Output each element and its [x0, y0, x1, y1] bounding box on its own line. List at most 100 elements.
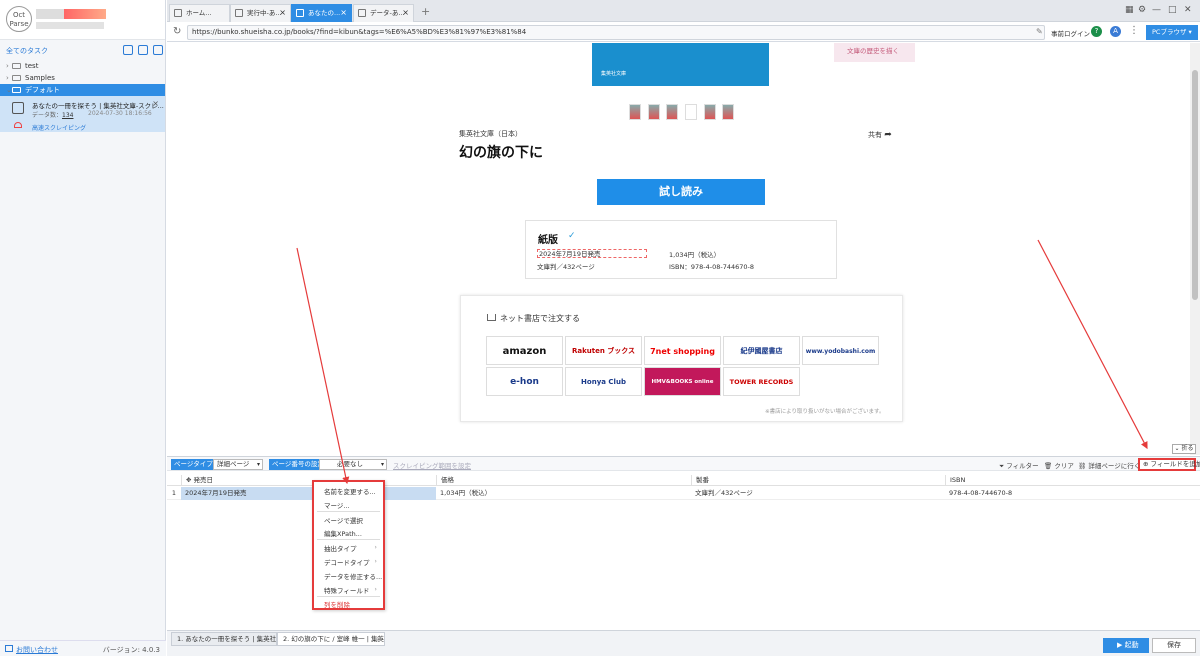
url-input[interactable]: https://bunko.shueisha.co.jp/books/?find…: [187, 25, 1045, 40]
tree-folder-label: デフォルト: [25, 86, 60, 94]
new-tab-button[interactable]: +: [421, 5, 430, 18]
share-button[interactable]: 共有 ➦: [868, 130, 892, 140]
new-task-icon[interactable]: [138, 45, 148, 55]
filter-label: フィルター: [1006, 462, 1039, 470]
chevron-down-icon: ▾: [380, 461, 384, 468]
table-cell[interactable]: 文庫判／432ページ: [691, 487, 753, 500]
release-date[interactable]: 2024年7月19日発売: [537, 249, 647, 258]
menu-decode-type[interactable]: デコードタイプ: [324, 557, 370, 567]
close-icon[interactable]: ×: [279, 5, 286, 21]
menu-separator: [317, 539, 380, 540]
menu-delete-column[interactable]: 列を削除: [324, 599, 350, 609]
table-cell[interactable]: 978-4-08-744670-8: [945, 487, 1012, 500]
trial-read-button[interactable]: 試し読み: [597, 179, 765, 205]
reload-icon[interactable]: ↻: [173, 26, 181, 37]
fold-panel-button[interactable]: ⌄ 折る: [1172, 444, 1196, 454]
table-cell[interactable]: 1,034円（税込）: [436, 487, 491, 500]
more-icon[interactable]: ⋮: [1129, 25, 1139, 36]
tab-data[interactable]: データ-あ... ×: [353, 4, 414, 22]
store-ehon[interactable]: e-hon: [486, 367, 563, 396]
tab-running[interactable]: 実行中-あ... ×: [230, 4, 291, 22]
menu-rename[interactable]: 名前を変更する...: [324, 486, 376, 496]
page-number-value: 必要なし: [337, 460, 363, 468]
menu-modify-data[interactable]: データを修正する...: [324, 571, 382, 581]
page-type-select[interactable]: 詳細ページ ▾: [213, 459, 263, 470]
column-header[interactable]: 製番: [691, 475, 945, 486]
page-type-label: ページタイプ: [171, 459, 216, 470]
help-icon[interactable]: ?: [1091, 26, 1102, 37]
count-value[interactable]: 134: [62, 112, 73, 119]
filter-icon: ⏷: [999, 462, 1005, 470]
workflow-step-tab-active[interactable]: 2. 幻の旗の下に / 室峰 帷一 | 集英... ⊗: [277, 632, 385, 646]
import-icon[interactable]: [123, 45, 133, 55]
close-icon[interactable]: ×: [340, 5, 347, 21]
contact-link[interactable]: お問い合わせ: [16, 645, 58, 655]
tree-folder-samples[interactable]: › Samples: [0, 72, 165, 84]
tab-page[interactable]: あなたの... ×: [291, 4, 352, 22]
column-header[interactable]: 価格: [436, 475, 691, 486]
close-icon[interactable]: ×: [152, 99, 159, 108]
all-tasks-label[interactable]: 全てのタスク: [6, 46, 48, 56]
store-kinokuniya[interactable]: 紀伊國屋書店: [723, 336, 800, 365]
save-button[interactable]: 保存: [1152, 638, 1196, 653]
column-header[interactable]: ✥ 発売日: [181, 475, 436, 486]
tree-folder-label: Samples: [25, 74, 55, 82]
folder-icon: [12, 75, 21, 81]
store-rakuten[interactable]: Rakuten ブックス: [565, 336, 642, 365]
store-hmv[interactable]: HMV&BOOKS online: [644, 367, 721, 396]
edit-url-icon[interactable]: ✎: [1036, 27, 1043, 36]
row-number: 1: [171, 489, 177, 497]
data-panel-toolbar: ページタイプ 詳細ページ ▾ ページ番号の設定 必要なし ▾ スクレイピング範囲を設…: [167, 456, 1200, 471]
page-number-select[interactable]: 必要なし ▾: [319, 459, 387, 470]
task-item[interactable]: あなたの一冊を探そう | 集英社文庫-スクレ... × データ数：134 202…: [0, 96, 165, 132]
filter-button[interactable]: ⏷ フィルター: [999, 460, 1039, 471]
cover-thumbnail[interactable]: [704, 104, 716, 120]
close-icon[interactable]: ×: [402, 5, 409, 21]
cover-thumbnail[interactable]: [629, 104, 641, 120]
grid-icon[interactable]: ▦: [1125, 5, 1134, 15]
book-isbn[interactable]: ISBN：978-4-08-744670-8: [669, 261, 754, 271]
close-window-icon[interactable]: ✕: [1184, 5, 1192, 15]
cover-thumbnail[interactable]: [685, 104, 697, 120]
menu-select-on-page[interactable]: ページで選択: [324, 515, 363, 525]
menu-merge[interactable]: マージ...: [324, 500, 350, 510]
gear-icon[interactable]: ⚙: [1138, 5, 1146, 15]
store-amazon[interactable]: amazon: [486, 336, 563, 365]
close-icon[interactable]: ⊗: [376, 633, 382, 645]
tree-folder-test[interactable]: › test: [0, 60, 165, 72]
store-7net[interactable]: 7net shopping: [644, 336, 721, 365]
maximize-icon[interactable]: □: [1168, 5, 1177, 15]
menu-extract-type[interactable]: 抽出タイプ: [324, 543, 357, 553]
menu-separator: [317, 596, 380, 597]
store-honyaclub[interactable]: Honya Club: [565, 367, 642, 396]
scroll-thumb[interactable]: [1192, 70, 1198, 300]
book-price[interactable]: 1,034円（税込）: [669, 249, 720, 259]
menu-edit-xpath[interactable]: 編集XPath...: [324, 528, 362, 538]
start-button[interactable]: ▶ 起動: [1103, 638, 1149, 653]
minimize-icon[interactable]: —: [1152, 5, 1161, 15]
clear-button[interactable]: 🗑 クリア: [1044, 460, 1074, 470]
table-cell[interactable]: 2024年7月19日発売: [181, 487, 246, 500]
scrape-range-link[interactable]: スクレイピング範囲を設定: [393, 460, 471, 470]
language-icon[interactable]: A: [1110, 26, 1121, 37]
pc-browser-dropdown[interactable]: PCブラウザ ▾: [1146, 25, 1198, 40]
tree-folder-default[interactable]: ⌄ デフォルト: [0, 84, 165, 96]
store-yodobashi[interactable]: www.yodobashi.com: [802, 336, 879, 365]
fold-label: 折る: [1181, 445, 1194, 452]
robot-icon: [12, 102, 24, 114]
workflow-step-tab[interactable]: 1. あなたの一冊を探そう | 集英社...: [171, 632, 277, 646]
book-cover-image[interactable]: [592, 43, 769, 86]
cover-thumbnail[interactable]: [722, 104, 734, 120]
drag-handle-icon[interactable]: ✥: [186, 476, 191, 484]
sort-icon[interactable]: [153, 45, 163, 55]
prelogin-button[interactable]: 事前ログイン: [1051, 28, 1090, 38]
book-format[interactable]: 文庫判／432ページ: [537, 261, 595, 271]
cover-thumbnail[interactable]: [648, 104, 660, 120]
store-tower[interactable]: TOWER RECORDS: [723, 367, 800, 396]
add-field-button[interactable]: ⊕ フィールドを追加: [1138, 458, 1200, 471]
column-header[interactable]: ISBN: [945, 475, 1200, 486]
menu-special-field[interactable]: 特殊フィールド: [324, 585, 369, 595]
tab-home[interactable]: ホーム...: [169, 4, 230, 22]
goto-detail-button[interactable]: ⛓ 詳細ページに行く: [1078, 460, 1140, 470]
cover-thumbnail[interactable]: [666, 104, 678, 120]
